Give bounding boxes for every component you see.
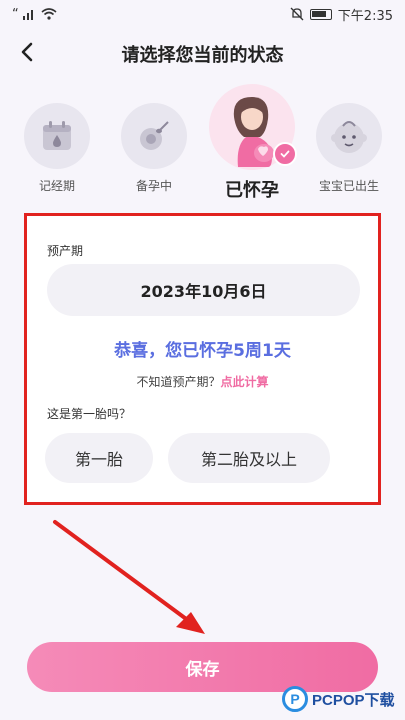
wifi-icon [41, 8, 57, 20]
signal-icon [22, 10, 33, 20]
watermark-text: PCPOP下载 [312, 691, 395, 709]
state-label: 宝宝已出生 [318, 179, 379, 193]
first-child-button[interactable]: 第一胎 [45, 433, 153, 483]
pcpop-logo-icon: P [282, 686, 308, 712]
header: 请选择您当前的状态 [0, 32, 405, 76]
status-time: 下午2:35 [337, 8, 393, 24]
state-baby-born[interactable]: 宝宝已出生 [316, 103, 382, 194]
state-label: 记经期 [38, 179, 75, 193]
state-label: 已怀孕 [225, 180, 279, 201]
due-date-label: 预产期 [47, 244, 84, 258]
status-bar: “ 下午2:35 [0, 0, 405, 28]
page-title: 请选择您当前的状态 [121, 45, 284, 66]
state-label: 备孕中 [135, 179, 172, 193]
state-preparing[interactable]: 备孕中 [121, 103, 187, 194]
carrier-indicator: “ [12, 6, 19, 22]
first-child-question: 这是第一胎吗？ [47, 407, 132, 421]
state-pregnant[interactable]: 已怀孕 [209, 84, 297, 202]
calendar-drop-icon [24, 103, 90, 169]
pregnancy-form: 预产期 2023年10月6日 恭喜，您已怀孕5周1天 不知道预产期？点此计算 这… [24, 213, 381, 505]
unknown-prompt: 不知道预产期？ [136, 375, 221, 389]
battery-icon [309, 8, 332, 20]
watermark: P PCPOP下载 [282, 682, 395, 716]
selected-check-icon [273, 142, 297, 166]
back-arrow-icon[interactable] [14, 38, 42, 66]
calc-link[interactable]: 点此计算 [221, 375, 269, 389]
due-date-field[interactable]: 2023年10月6日 [47, 264, 360, 316]
state-period[interactable]: 记经期 [24, 103, 90, 194]
state-selector: 记经期 备孕中 已怀孕 宝宝已出生 [0, 84, 405, 208]
second-child-plus-button[interactable]: 第二胎及以上 [168, 433, 330, 483]
unknown-due-date-row: 不知道预产期？点此计算 [27, 373, 378, 390]
mute-bell-icon [290, 7, 304, 21]
pregnant-woman-icon [209, 84, 297, 170]
baby-face-icon [316, 103, 382, 169]
pregnancy-week-text: 恭喜，您已怀孕5周1天 [114, 341, 291, 361]
egg-sperm-icon [121, 103, 187, 169]
